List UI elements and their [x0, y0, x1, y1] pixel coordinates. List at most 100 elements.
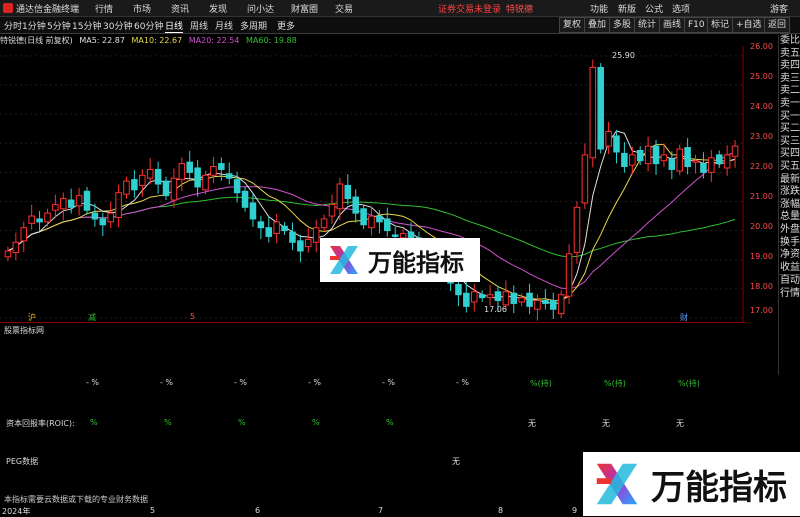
sidebar-item[interactable]: 卖一 [779, 98, 800, 111]
menu-faxian[interactable]: 发现 [209, 2, 227, 15]
candle[interactable] [344, 184, 352, 200]
back-button[interactable]: 返回 [764, 17, 791, 33]
tab-fenshi[interactable]: 分时 [4, 19, 22, 32]
candle[interactable] [644, 145, 652, 165]
candle[interactable] [249, 202, 257, 220]
candle[interactable] [510, 292, 518, 304]
candle[interactable] [225, 173, 233, 179]
candle[interactable] [502, 291, 510, 306]
candle[interactable] [565, 253, 573, 297]
candle[interactable] [75, 195, 83, 207]
sidebar-item[interactable]: 涨幅 [779, 199, 800, 212]
mark-button[interactable]: 标记 [707, 17, 734, 33]
guest-label[interactable]: 游客 [770, 2, 788, 15]
menu-gongneng[interactable]: 功能 [590, 2, 608, 15]
candle[interactable] [660, 154, 668, 162]
sidebar-item[interactable]: 换手 [779, 237, 800, 250]
candle[interactable] [146, 168, 154, 179]
sidebar-item[interactable]: 收益 [779, 262, 800, 275]
sidebar-item[interactable]: 自动 [779, 274, 800, 288]
sidebar-item[interactable]: 买四 [779, 148, 800, 161]
candle[interactable] [12, 241, 20, 253]
candle[interactable] [534, 300, 541, 310]
overlay-button[interactable]: 叠加 [584, 17, 611, 33]
event-marker[interactable]: 5 [190, 312, 195, 321]
candle[interactable] [52, 203, 59, 211]
sidebar-item[interactable]: 委比 [779, 35, 800, 48]
candle[interactable] [202, 174, 209, 191]
candle[interactable] [589, 66, 597, 159]
candle[interactable] [241, 190, 249, 208]
tab-60min[interactable]: 60分钟 [134, 19, 163, 32]
candle[interactable] [518, 297, 525, 303]
draw-button[interactable]: 画线 [659, 17, 686, 33]
sidebar-item[interactable]: 买二 [779, 123, 800, 136]
candle[interactable] [597, 66, 604, 150]
candle[interactable] [115, 192, 122, 219]
candle[interactable] [265, 227, 273, 237]
candle[interactable] [312, 227, 320, 243]
candle[interactable] [557, 294, 565, 315]
menu-shichang[interactable]: 市场 [133, 2, 151, 15]
sidebar-item[interactable]: 买一 [779, 111, 800, 124]
candle[interactable] [605, 131, 612, 147]
candle[interactable] [636, 150, 644, 162]
candle[interactable] [376, 215, 383, 223]
candle[interactable] [281, 225, 288, 232]
candle[interactable] [668, 158, 676, 170]
candle[interactable] [613, 135, 620, 153]
candle[interactable] [352, 196, 359, 214]
candle[interactable] [107, 212, 114, 223]
multi-stock-button[interactable]: 多股 [609, 17, 636, 33]
sidebar-item[interactable]: 卖四 [779, 60, 800, 73]
menu-hangqing[interactable]: 行情 [95, 2, 113, 15]
candle[interactable] [305, 238, 312, 248]
sidebar-item[interactable]: 涨跌 [779, 186, 800, 199]
tab-multi-period[interactable]: 多周期 [240, 19, 267, 32]
tab-15min[interactable]: 15分钟 [72, 19, 101, 32]
candle[interactable] [621, 152, 628, 168]
candle[interactable] [139, 174, 146, 186]
menu-gongshi[interactable]: 公式 [645, 2, 663, 15]
candle[interactable] [67, 199, 75, 208]
tab-5min[interactable]: 5分钟 [47, 19, 71, 32]
candle[interactable] [297, 240, 304, 252]
candle[interactable] [328, 203, 336, 217]
tab-daily[interactable]: 日线 [165, 19, 184, 33]
candle[interactable] [123, 180, 130, 195]
sidebar-item[interactable]: 卖二 [779, 85, 800, 98]
menu-xuanxiang[interactable]: 选项 [672, 2, 690, 15]
candle[interactable] [44, 212, 51, 223]
candle[interactable] [715, 154, 723, 165]
candle[interactable] [20, 227, 28, 242]
tab-monthly[interactable]: 月线 [215, 19, 233, 32]
sidebar-item[interactable]: 总量 [779, 211, 800, 224]
candle[interactable] [581, 154, 589, 204]
candle[interactable] [684, 147, 691, 168]
sidebar-item[interactable]: 行情 [779, 288, 800, 301]
candle[interactable] [486, 294, 494, 299]
candle[interactable] [708, 157, 715, 173]
add-watchlist-button[interactable]: +自选 [732, 17, 766, 33]
tab-more[interactable]: 更多 [277, 19, 295, 32]
stats-button[interactable]: 统计 [634, 17, 661, 33]
candle[interactable] [178, 163, 186, 181]
candle[interactable] [320, 218, 328, 229]
candle[interactable] [692, 160, 699, 163]
candle[interactable] [186, 161, 193, 173]
candle[interactable] [28, 215, 35, 224]
candle[interactable] [99, 218, 107, 226]
menu-zixun[interactable]: 资讯 [171, 2, 189, 15]
menu-caifuquan[interactable]: 财富圈 [291, 2, 318, 15]
candle[interactable] [218, 163, 225, 170]
candle[interactable] [463, 292, 470, 307]
sidebar-item[interactable]: 卖五 [779, 48, 800, 61]
candle[interactable] [336, 183, 344, 210]
menu-xinban[interactable]: 新版 [618, 2, 636, 15]
candle[interactable] [60, 198, 67, 210]
candle[interactable] [360, 208, 367, 226]
candle[interactable] [700, 163, 707, 173]
candle[interactable] [731, 145, 739, 157]
sidebar-item[interactable]: 外盘 [779, 224, 800, 237]
f10-button[interactable]: F10 [684, 17, 709, 33]
